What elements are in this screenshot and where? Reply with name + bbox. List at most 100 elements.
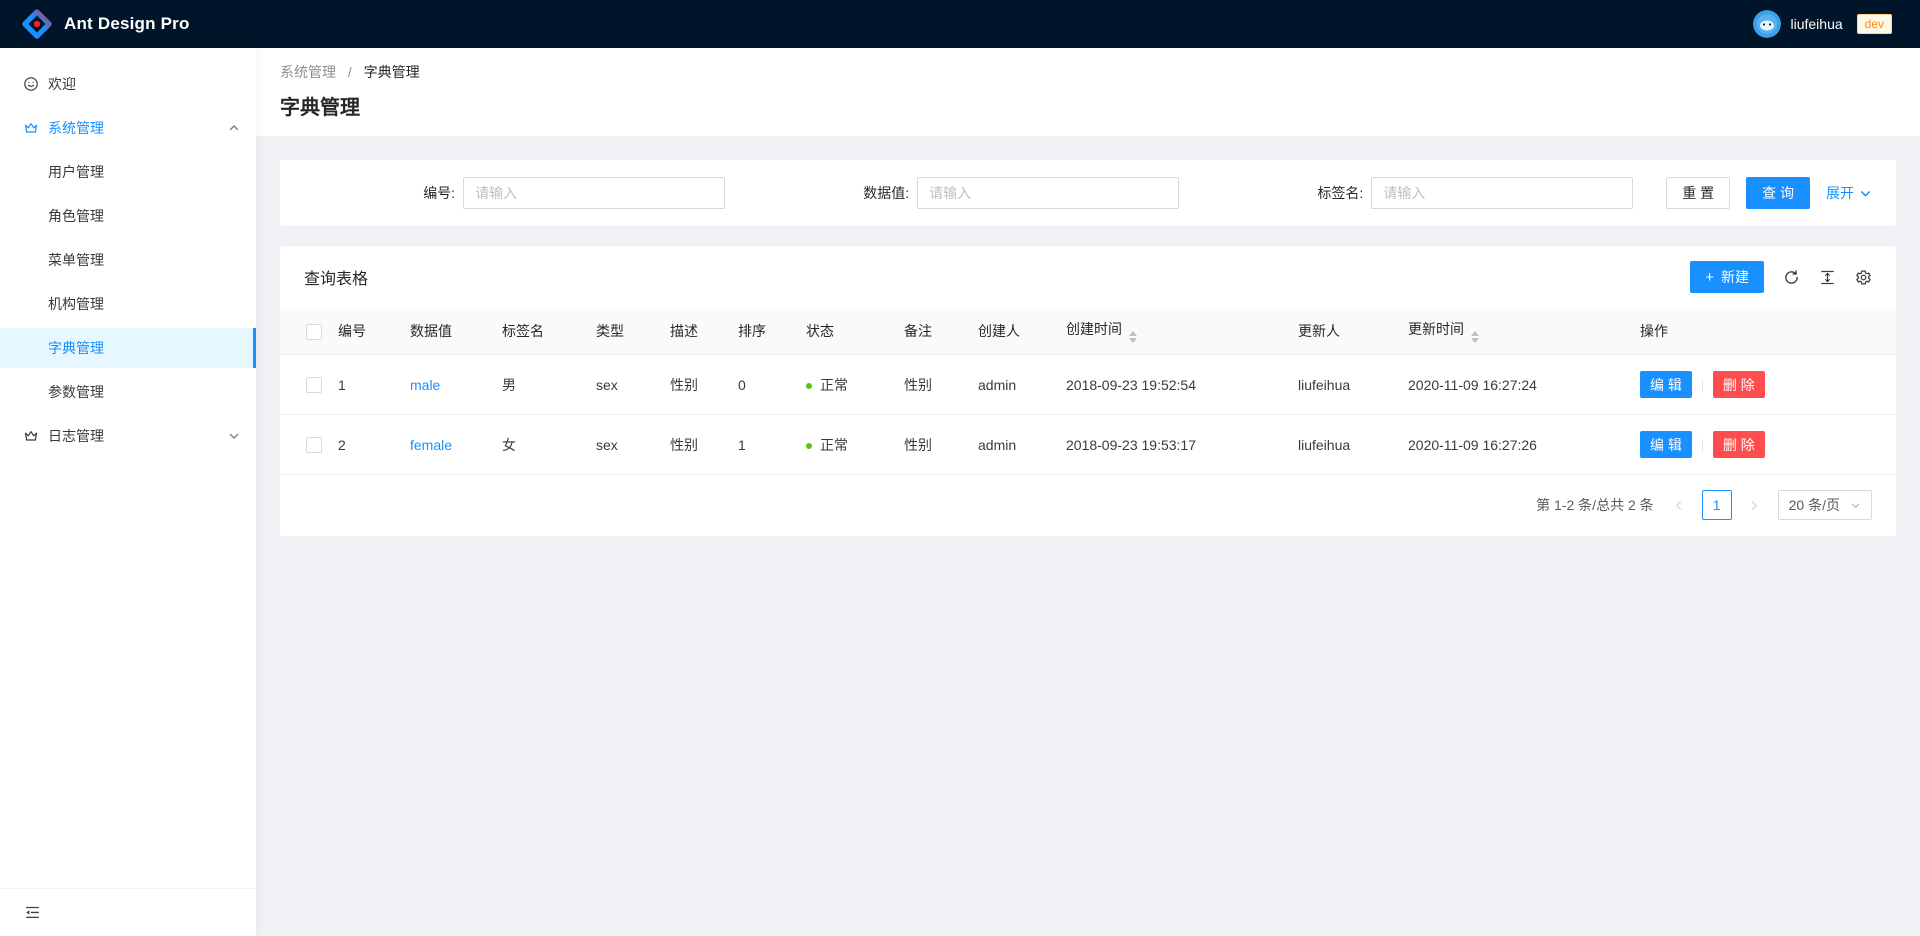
sidebar-item-dict-mgmt[interactable]: 字典管理: [0, 328, 256, 368]
sidebar-item-menu-mgmt[interactable]: 菜单管理: [0, 240, 256, 280]
user-avatar: [1753, 10, 1781, 38]
search-form: 编号: 数据值: 标签名: 重 置 查 询: [304, 177, 1872, 209]
row-checkbox[interactable]: [306, 437, 322, 453]
pagination-next-icon[interactable]: [1740, 490, 1770, 520]
field-label-tag: 标签名:: [1317, 183, 1363, 203]
sidebar-item-label: 用户管理: [48, 162, 104, 182]
col-header-creator: 创建人: [970, 308, 1058, 355]
cell-desc: 性别: [662, 415, 730, 475]
pagination-total: 第 1-2 条/总共 2 条: [1536, 495, 1653, 515]
crown-icon: [24, 121, 38, 135]
main-layout: 欢迎 系统管理 用户管理 角色管: [0, 48, 1920, 936]
data-value-input[interactable]: [917, 177, 1179, 209]
sidebar-submenu-system-mgmt[interactable]: 系统管理: [0, 108, 256, 148]
col-header-type: 类型: [588, 308, 662, 355]
pagination-prev-icon[interactable]: [1664, 490, 1694, 520]
status-dot: [806, 383, 812, 389]
cell-sort: 1: [730, 415, 798, 475]
breadcrumb-item-dict-mgmt: 字典管理: [364, 64, 420, 80]
select-all-checkbox[interactable]: [306, 324, 322, 340]
action-divider: [1702, 379, 1703, 393]
form-field-id: 编号:: [304, 177, 758, 209]
sidebar-item-label: 系统管理: [48, 118, 104, 138]
tag-name-input[interactable]: [1371, 177, 1633, 209]
query-button[interactable]: 查 询: [1746, 177, 1810, 209]
page-body: 编号: 数据值: 标签名: 重 置 查 询: [256, 136, 1920, 560]
col-header-value: 数据值: [402, 308, 494, 355]
edit-button[interactable]: 编 辑: [1640, 371, 1692, 398]
col-header-sort: 排序: [730, 308, 798, 355]
col-header-actions: 操作: [1632, 308, 1896, 355]
breadcrumb-separator: /: [348, 64, 352, 80]
header-right: liufeihua dev: [1753, 10, 1892, 38]
cell-created: 2018-09-23 19:52:54: [1058, 355, 1290, 415]
cell-created: 2018-09-23 19:53:17: [1058, 415, 1290, 475]
settings-icon[interactable]: [1855, 269, 1872, 286]
smile-icon: [24, 77, 38, 91]
data-table: 编号 数据值 标签名 类型 描述 排序 状态 备注 创建人 创建时间: [280, 308, 1896, 475]
page-title: 字典管理: [280, 94, 1896, 122]
cell-updater: liufeihua: [1290, 355, 1400, 415]
sidebar-item-label: 参数管理: [48, 382, 104, 402]
id-input[interactable]: [463, 177, 725, 209]
cell-remark: 性别: [896, 415, 970, 475]
sidebar-item-org-mgmt[interactable]: 机构管理: [0, 284, 256, 324]
sidebar-item-label: 菜单管理: [48, 250, 104, 270]
delete-button[interactable]: 删 除: [1713, 431, 1765, 458]
page-size-value: 20 条/页: [1789, 495, 1840, 515]
breadcrumb: 系统管理 / 字典管理: [280, 62, 1896, 82]
sidebar-item-label: 角色管理: [48, 206, 104, 226]
table-row: 1 male 男 sex 性别 0 正常 性别 admin 2018-09-23…: [280, 355, 1896, 415]
sidebar-submenu-log-mgmt[interactable]: 日志管理: [0, 416, 256, 456]
breadcrumb-item-system-mgmt[interactable]: 系统管理: [280, 64, 336, 80]
col-header-tag: 标签名: [494, 308, 588, 355]
chevron-down-icon: [1859, 187, 1872, 200]
cell-type: sex: [588, 355, 662, 415]
cell-updater: liufeihua: [1290, 415, 1400, 475]
content-area: 系统管理 / 字典管理 字典管理 编号: 数据值:: [256, 48, 1920, 936]
table-header-row: 编号 数据值 标签名 类型 描述 排序 状态 备注 创建人 创建时间: [280, 308, 1896, 355]
status-dot: [806, 443, 812, 449]
collapse-sidebar-icon[interactable]: [24, 904, 41, 921]
col-header-updated[interactable]: 更新时间: [1400, 308, 1632, 355]
pagination: 第 1-2 条/总共 2 条 1 20 条/页: [280, 475, 1896, 536]
row-checkbox[interactable]: [306, 377, 322, 393]
pagination-page-1[interactable]: 1: [1702, 490, 1732, 520]
reset-button[interactable]: 重 置: [1666, 177, 1730, 209]
action-divider: [1702, 439, 1703, 453]
cell-value-link[interactable]: female: [410, 437, 452, 453]
delete-button[interactable]: 删 除: [1713, 371, 1765, 398]
cell-value-link[interactable]: male: [410, 377, 440, 393]
reload-icon[interactable]: [1783, 269, 1800, 286]
sidebar-item-label: 机构管理: [48, 294, 104, 314]
sidebar-item-welcome[interactable]: 欢迎: [0, 64, 256, 104]
chevron-up-icon: [228, 122, 240, 134]
column-height-icon[interactable]: [1819, 269, 1836, 286]
cell-creator: admin: [970, 415, 1058, 475]
cell-remark: 性别: [896, 355, 970, 415]
sidebar-footer: [0, 888, 256, 936]
cell-status: 正常: [798, 355, 896, 415]
sidebar-item-user-mgmt[interactable]: 用户管理: [0, 152, 256, 192]
new-button[interactable]: + 新建: [1690, 261, 1764, 293]
sidebar: 欢迎 系统管理 用户管理 角色管: [0, 48, 256, 936]
sidebar-item-param-mgmt[interactable]: 参数管理: [0, 372, 256, 412]
sidebar-item-label: 字典管理: [48, 338, 104, 358]
edit-button[interactable]: 编 辑: [1640, 431, 1692, 458]
expand-toggle[interactable]: 展开: [1826, 183, 1872, 203]
user-menu[interactable]: liufeihua: [1753, 10, 1842, 38]
col-header-created[interactable]: 创建时间: [1058, 308, 1290, 355]
logo[interactable]: Ant Design Pro: [22, 9, 190, 39]
chevron-down-icon: [1850, 500, 1861, 511]
sidebar-item-role-mgmt[interactable]: 角色管理: [0, 196, 256, 236]
form-field-value: 数据值:: [758, 177, 1212, 209]
sort-icon[interactable]: [1471, 331, 1479, 343]
toolbar-actions: + 新建: [1690, 261, 1872, 293]
cell-type: sex: [588, 415, 662, 475]
chevron-down-icon: [228, 430, 240, 442]
page-size-select[interactable]: 20 条/页: [1778, 490, 1872, 520]
page-header: 系统管理 / 字典管理 字典管理: [256, 48, 1920, 136]
cell-tag: 男: [494, 355, 588, 415]
col-header-remark: 备注: [896, 308, 970, 355]
sort-icon[interactable]: [1129, 331, 1137, 343]
